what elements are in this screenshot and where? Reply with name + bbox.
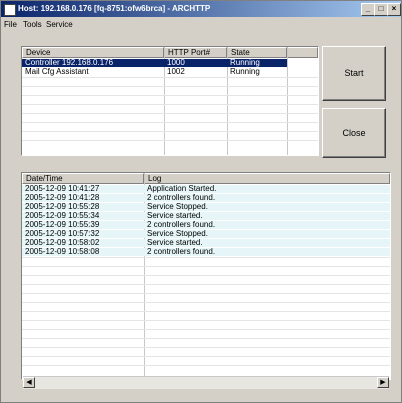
- cell-log: 2 controllers found.: [147, 220, 216, 229]
- row-line: [22, 311, 390, 312]
- row-line: [22, 86, 318, 87]
- restore-button[interactable]: □: [374, 3, 388, 16]
- menu-file[interactable]: File: [4, 20, 17, 29]
- cell-log: Service Stopped.: [147, 229, 208, 238]
- row-line: [22, 131, 318, 132]
- table-row-controller[interactable]: Controller 192.168.0.176 1000 Running: [22, 59, 287, 67]
- column-header-log[interactable]: Log: [144, 173, 390, 184]
- start-button[interactable]: Start: [322, 46, 386, 101]
- cell-device: Mail Cfg Assistant: [25, 67, 89, 76]
- row-line: [22, 284, 390, 285]
- scroll-right-icon[interactable]: ▶: [377, 377, 389, 388]
- log-row[interactable]: 2005-12-09 10:55:39 2 controllers found.: [22, 221, 390, 229]
- row-line: [22, 302, 390, 303]
- row-line: [22, 77, 318, 78]
- column-header-state[interactable]: State: [227, 47, 287, 58]
- row-line: [22, 356, 390, 357]
- log-row[interactable]: 2005-12-09 10:58:02 Service started.: [22, 239, 390, 247]
- title-bar[interactable]: Host: 192.168.0.176 [fq-8751:ofw6brca] -…: [1, 1, 401, 17]
- cell-time: 2005-12-09 10:58:08: [25, 247, 100, 256]
- row-line: [22, 113, 318, 114]
- row-line: [22, 104, 318, 105]
- close-button[interactable]: Close: [322, 108, 386, 158]
- row-line: [22, 122, 318, 123]
- cell-time: 2005-12-09 10:55:34: [25, 211, 100, 220]
- app-icon: [4, 4, 16, 16]
- row-line: [22, 320, 390, 321]
- cell-time: 2005-12-09 10:55:39: [25, 220, 100, 229]
- menu-tools[interactable]: Tools: [23, 20, 42, 29]
- menu-bar: File Tools Service: [1, 18, 401, 32]
- minimize-button[interactable]: _: [361, 3, 375, 16]
- row-line: [22, 275, 390, 276]
- log-row[interactable]: 2005-12-09 10:41:28 2 controllers found.: [22, 194, 390, 202]
- row-line: [22, 140, 318, 141]
- cell-log: Service started.: [147, 238, 203, 247]
- row-line: [22, 338, 390, 339]
- column-divider: [287, 47, 288, 155]
- column-header-datetime[interactable]: Date/Time: [22, 173, 144, 184]
- row-line: [22, 293, 390, 294]
- row-line: [22, 257, 390, 258]
- column-header-filler: [287, 47, 318, 58]
- log-row[interactable]: 2005-12-09 10:55:28 Service Stopped.: [22, 203, 390, 211]
- close-window-button[interactable]: ×: [387, 3, 401, 16]
- cell-time: 2005-12-09 10:55:28: [25, 202, 100, 211]
- log-row[interactable]: 2005-12-09 10:41:27 Application Started.: [22, 185, 390, 193]
- cell-log: Service started.: [147, 211, 203, 220]
- app-window: Host: 192.168.0.176 [fq-8751:ofw6brca] -…: [0, 0, 402, 403]
- row-line: [22, 365, 390, 366]
- horizontal-scrollbar[interactable]: ◀ ▶: [23, 376, 389, 389]
- services-table[interactable]: Device HTTP Port# State Controller 192.1…: [21, 46, 319, 156]
- cell-state: Running: [230, 67, 260, 76]
- cell-log: 2 controllers found.: [147, 247, 216, 256]
- cell-port: 1002: [167, 67, 185, 76]
- column-header-device[interactable]: Device: [22, 47, 164, 58]
- cell-port: 1000: [167, 58, 185, 67]
- scroll-left-icon[interactable]: ◀: [23, 377, 35, 388]
- row-line: [22, 329, 390, 330]
- cell-time: 2005-12-09 10:41:28: [25, 193, 100, 202]
- cell-log: 2 controllers found.: [147, 193, 216, 202]
- log-row[interactable]: 2005-12-09 10:57:32 Service Stopped.: [22, 230, 390, 238]
- cell-time: 2005-12-09 10:41:27: [25, 184, 100, 193]
- cell-log: Service Stopped.: [147, 202, 208, 211]
- log-row[interactable]: 2005-12-09 10:58:08 2 controllers found.: [22, 248, 390, 256]
- cell-device: Controller 192.168.0.176: [25, 58, 114, 67]
- cell-state: Running: [230, 58, 260, 67]
- row-line: [22, 347, 390, 348]
- menu-service[interactable]: Service: [46, 20, 73, 29]
- table-row-mail-cfg[interactable]: Mail Cfg Assistant 1002 Running: [22, 68, 287, 76]
- log-table[interactable]: Date/Time Log 2005-12-09 10:41:27 Applic…: [21, 172, 391, 380]
- cell-time: 2005-12-09 10:58:02: [25, 238, 100, 247]
- column-header-http-port[interactable]: HTTP Port#: [164, 47, 227, 58]
- row-line: [22, 266, 390, 267]
- row-line: [22, 95, 318, 96]
- window-title: Host: 192.168.0.176 [fq-8751:ofw6brca] -…: [18, 4, 211, 13]
- cell-time: 2005-12-09 10:57:32: [25, 229, 100, 238]
- log-row[interactable]: 2005-12-09 10:55:34 Service started.: [22, 212, 390, 220]
- cell-log: Application Started.: [147, 184, 217, 193]
